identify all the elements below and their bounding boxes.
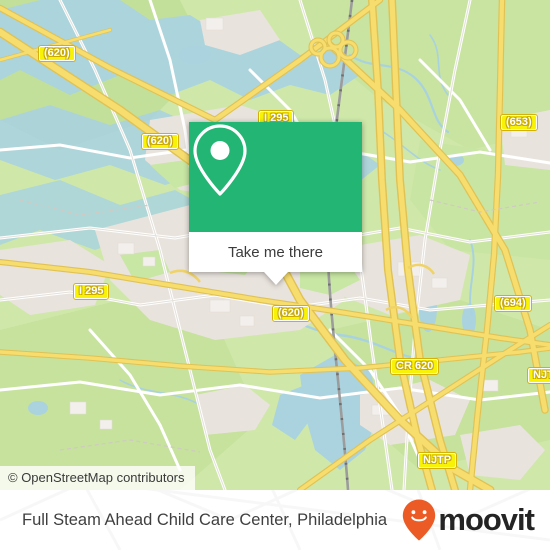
road-shield: NJTP <box>417 452 458 469</box>
map-canvas[interactable]: (620) (620) I 295 (653) I 295 (620) (694) CR 62… <box>0 0 550 490</box>
moovit-wordmark: moovit <box>438 502 535 537</box>
footer-bar: Full Steam Ahead Child Care Center, Phil… <box>0 490 550 550</box>
moovit-logo[interactable]: moovit <box>402 499 535 541</box>
road-shield: (694) <box>494 295 532 312</box>
moovit-smiley-pin-icon <box>403 499 436 541</box>
road-shield: CR 620 <box>390 358 440 375</box>
popup-cta-label[interactable]: Take me there <box>189 232 362 272</box>
road-shield: (653) <box>500 114 538 131</box>
place-title: Full Steam Ahead Child Care Center, Phil… <box>22 510 388 529</box>
map-attribution[interactable]: © OpenStreetMap contributors <box>0 466 195 490</box>
road-shield: (620) <box>272 305 310 322</box>
popup-tail <box>263 272 288 285</box>
moovit-map-screenshot: (620) (620) I 295 (653) I 295 (620) (694) CR 62… <box>0 0 550 550</box>
road-shield: I 295 <box>73 283 110 300</box>
map-pin-icon <box>193 124 247 196</box>
road-shield: (620) <box>141 133 179 150</box>
popup-image-area <box>189 122 362 232</box>
road-shield: (620) <box>38 45 76 62</box>
road-shield: NJTP <box>527 367 550 384</box>
location-popup[interactable]: Take me there <box>189 122 362 285</box>
